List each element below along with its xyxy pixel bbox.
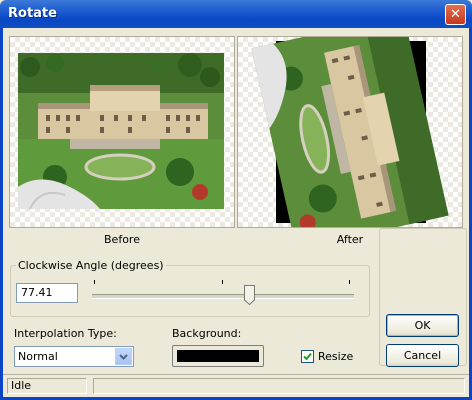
after-preview — [237, 36, 463, 228]
interpolation-label: Interpolation Type: — [14, 327, 117, 340]
angle-slider-track[interactable] — [92, 294, 354, 299]
angle-slider-thumb[interactable] — [244, 285, 255, 305]
slider-tick — [222, 280, 223, 284]
after-photo — [251, 37, 449, 227]
background-color-swatch — [177, 350, 259, 362]
resize-checkbox[interactable] — [301, 350, 314, 363]
angle-group-label: Clockwise Angle (degrees) — [16, 259, 166, 272]
cancel-button[interactable]: Cancel — [386, 344, 459, 367]
status-text: Idle — [7, 378, 87, 394]
checkmark-icon — [303, 352, 312, 361]
close-icon: ✕ — [450, 7, 461, 22]
status-pane — [93, 378, 465, 394]
status-bar: Idle — [3, 374, 469, 397]
title-bar: Rotate ✕ — [0, 0, 472, 28]
slider-tick — [349, 280, 350, 284]
resize-label: Resize — [318, 350, 354, 363]
ok-button[interactable]: OK — [386, 314, 459, 337]
slider-tick — [94, 280, 95, 284]
angle-input[interactable]: 77.41 — [16, 283, 78, 303]
interpolation-selected: Normal — [18, 350, 58, 363]
interpolation-select[interactable]: Normal — [14, 346, 134, 367]
before-preview — [9, 36, 235, 228]
before-photo — [18, 53, 224, 210]
background-color-button[interactable] — [172, 345, 264, 367]
dropdown-arrow-icon[interactable] — [115, 348, 132, 365]
window-title: Rotate — [8, 6, 57, 21]
before-caption: Before — [104, 233, 140, 246]
background-label: Background: — [172, 327, 242, 340]
close-button[interactable]: ✕ — [445, 4, 466, 25]
